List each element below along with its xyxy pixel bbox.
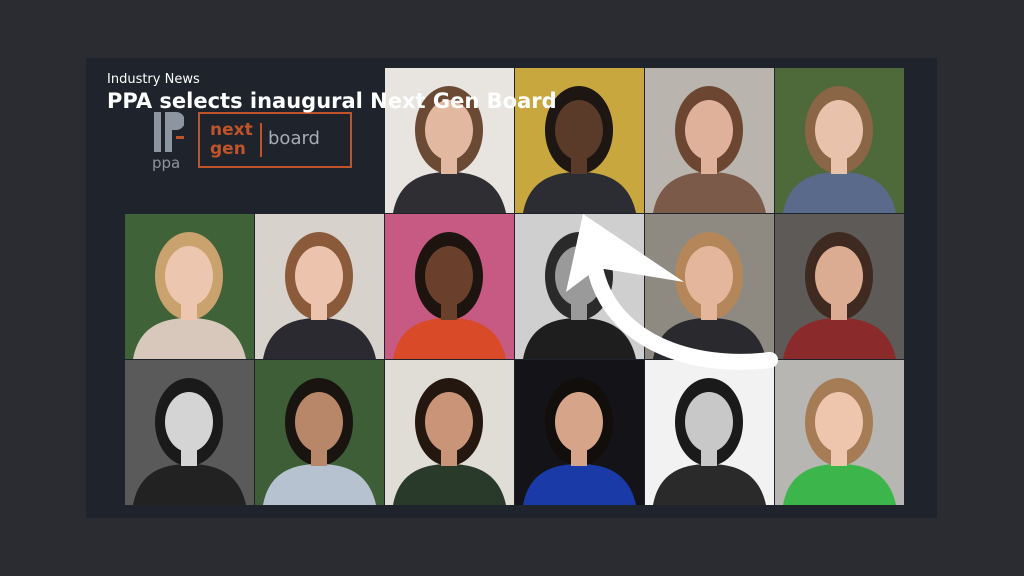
board-member-photo-8: [515, 214, 644, 359]
board-member-photo-14: [515, 360, 644, 505]
logo-gen-text: gen: [210, 139, 246, 159]
article-headline[interactable]: PPA selects inaugural Next Gen Board: [107, 89, 557, 113]
ppa-next-gen-logo: ppa next gen board: [148, 108, 358, 174]
board-member-photo-15: [645, 360, 774, 505]
board-member-photo-11: [125, 360, 254, 505]
board-member-photo-10: [775, 214, 904, 359]
board-member-photo-16: [775, 360, 904, 505]
logo-next-text: next: [210, 120, 253, 140]
board-member-photo-13: [385, 360, 514, 505]
ppa-logo-icon: [154, 112, 184, 152]
board-member-photo-6: [255, 214, 384, 359]
board-member-photo-12: [255, 360, 384, 505]
board-member-photo-7: [385, 214, 514, 359]
article-kicker: Industry News: [107, 72, 200, 87]
board-member-photo-5: [125, 214, 254, 359]
board-member-photo-3: [645, 68, 774, 213]
logo-ppa-text: ppa: [152, 154, 181, 172]
board-member-photo-9: [645, 214, 774, 359]
logo-board-text: board: [268, 128, 320, 149]
logo-divider: [260, 123, 262, 157]
board-member-photo-4: [775, 68, 904, 213]
